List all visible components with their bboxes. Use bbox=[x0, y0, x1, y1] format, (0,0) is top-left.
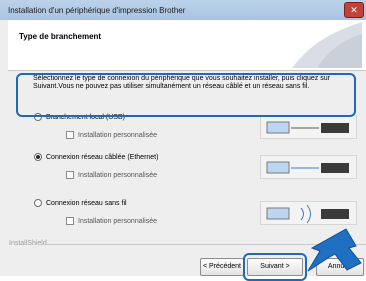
selection-highlight bbox=[16, 73, 356, 117]
checkbox-icon bbox=[66, 171, 74, 179]
option-wireless-custom-install-checkbox[interactable]: Installation personnalisée bbox=[66, 217, 157, 225]
checkbox-label: Installation personnalisée bbox=[78, 171, 157, 179]
back-button[interactable]: < Précédent bbox=[200, 258, 244, 276]
next-button-highlight bbox=[243, 253, 307, 281]
title-bar: Installation d'un périphérique d'impress… bbox=[0, 0, 366, 20]
radio-icon bbox=[34, 153, 42, 161]
radio-icon bbox=[34, 199, 42, 207]
ethernet-connection-icon bbox=[260, 155, 357, 179]
window-title: Installation d'un périphérique d'impress… bbox=[8, 6, 186, 15]
pointer-arrow-icon bbox=[307, 228, 362, 272]
option-ethernet-radio[interactable]: Connexion réseau câblée (Ethernet) bbox=[34, 153, 158, 161]
close-icon[interactable]: ✕ bbox=[344, 2, 364, 18]
option-label: Connexion réseau câblée (Ethernet) bbox=[46, 153, 159, 161]
page-title: Type de branchement bbox=[19, 32, 102, 41]
installer-window: Installation d'un périphérique d'impress… bbox=[0, 0, 366, 281]
checkbox-label: Installation personnalisée bbox=[78, 131, 157, 139]
checkbox-label: Installation personnalisée bbox=[78, 217, 157, 225]
option-label: Connexion réseau sans fil bbox=[46, 199, 127, 207]
option-wireless-radio[interactable]: Connexion réseau sans fil bbox=[34, 199, 127, 207]
option-ethernet-custom-install-checkbox[interactable]: Installation personnalisée bbox=[66, 171, 157, 179]
checkbox-icon bbox=[66, 131, 74, 139]
usb-connection-icon bbox=[260, 115, 357, 139]
option-usb-custom-install-checkbox[interactable]: Installation personnalisée bbox=[66, 131, 157, 139]
header-decoration-icon bbox=[292, 22, 362, 68]
checkbox-icon bbox=[66, 217, 74, 225]
header-panel: Type de branchement bbox=[8, 20, 366, 71]
